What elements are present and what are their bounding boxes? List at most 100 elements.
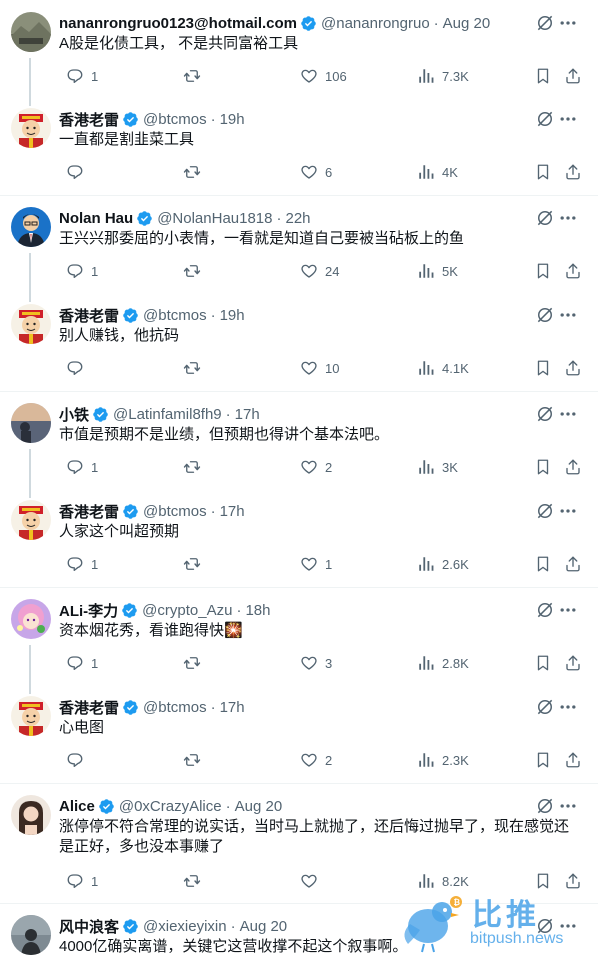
share-button[interactable] <box>557 457 582 477</box>
avatar[interactable] <box>11 915 51 955</box>
like-button[interactable]: 2 <box>293 750 332 770</box>
user-handle[interactable]: @btcmos <box>143 111 207 128</box>
reply-button[interactable]: 1 <box>59 261 98 281</box>
share-button[interactable] <box>557 261 582 281</box>
like-button[interactable] <box>293 871 325 891</box>
share-button[interactable] <box>557 653 582 673</box>
views-button[interactable]: 2.8K <box>410 653 469 673</box>
more-options-icon[interactable] <box>558 796 578 816</box>
grok-icon[interactable] <box>535 208 555 228</box>
like-button[interactable]: 3 <box>293 653 332 673</box>
bookmark-button[interactable] <box>527 457 552 477</box>
display-name[interactable]: nananrongruo0123@hotmail.com <box>59 15 297 32</box>
more-options-icon[interactable] <box>558 13 578 33</box>
bookmark-button[interactable] <box>527 653 552 673</box>
more-options-icon[interactable] <box>558 208 578 228</box>
avatar[interactable] <box>11 795 51 835</box>
retweet-button[interactable] <box>176 871 208 891</box>
views-button[interactable]: 4.1K <box>410 358 469 378</box>
display-name[interactable]: Alice <box>59 798 95 815</box>
grok-icon[interactable] <box>535 109 555 129</box>
share-button[interactable] <box>557 554 582 574</box>
reply-button[interactable] <box>59 750 91 770</box>
user-handle[interactable]: @xiexieyixin <box>143 918 227 935</box>
share-button[interactable] <box>557 358 582 378</box>
user-handle[interactable]: @btcmos <box>143 307 207 324</box>
timestamp[interactable]: 22h <box>286 210 311 227</box>
display-name[interactable]: ALi-李力 <box>59 600 118 621</box>
avatar[interactable] <box>11 12 51 52</box>
share-button[interactable] <box>557 162 582 182</box>
grok-icon[interactable] <box>535 600 555 620</box>
display-name[interactable]: 香港老雷 <box>59 305 119 326</box>
like-button[interactable]: 1 <box>293 554 332 574</box>
reply-button[interactable] <box>59 162 91 182</box>
reply-button[interactable]: 1 <box>59 871 98 891</box>
bookmark-button[interactable] <box>527 554 552 574</box>
more-options-icon[interactable] <box>558 109 578 129</box>
views-button[interactable]: 2.3K <box>410 750 469 770</box>
more-options-icon[interactable] <box>558 600 578 620</box>
user-handle[interactable]: @btcmos <box>143 699 207 716</box>
timestamp[interactable]: 17h <box>220 699 245 716</box>
views-button[interactable]: 2.6K <box>410 554 469 574</box>
retweet-button[interactable] <box>176 162 208 182</box>
reply-button[interactable]: 1 <box>59 554 98 574</box>
avatar[interactable] <box>11 403 51 443</box>
reply-button[interactable] <box>59 358 91 378</box>
more-options-icon[interactable] <box>558 501 578 521</box>
grok-icon[interactable] <box>535 305 555 325</box>
bookmark-button[interactable] <box>527 261 552 281</box>
grok-icon[interactable] <box>535 796 555 816</box>
views-button[interactable]: 8.2K <box>410 871 469 891</box>
display-name[interactable]: Nolan Hau <box>59 210 133 227</box>
like-button[interactable]: 2 <box>293 457 332 477</box>
grok-icon[interactable] <box>535 697 555 717</box>
avatar[interactable] <box>11 696 51 736</box>
retweet-button[interactable] <box>176 750 208 770</box>
bookmark-button[interactable] <box>527 358 552 378</box>
display-name[interactable]: 香港老雷 <box>59 697 119 718</box>
views-button[interactable]: 3K <box>410 457 458 477</box>
views-button[interactable]: 5K <box>410 261 458 281</box>
display-name[interactable]: 香港老雷 <box>59 109 119 130</box>
reply-button[interactable]: 1 <box>59 66 98 86</box>
timestamp[interactable]: 18h <box>245 602 270 619</box>
bookmark-button[interactable] <box>527 66 552 86</box>
share-button[interactable] <box>557 750 582 770</box>
views-button[interactable]: 7.3K <box>410 66 469 86</box>
user-handle[interactable]: @NolanHau1818 <box>157 210 272 227</box>
share-button[interactable] <box>557 66 582 86</box>
timestamp[interactable]: 17h <box>235 406 260 423</box>
bookmark-button[interactable] <box>527 871 552 891</box>
display-name[interactable]: 香港老雷 <box>59 501 119 522</box>
avatar[interactable] <box>11 500 51 540</box>
share-button[interactable] <box>557 871 582 891</box>
like-button[interactable]: 24 <box>293 261 339 281</box>
timestamp[interactable]: Aug 20 <box>235 798 283 815</box>
like-button[interactable]: 6 <box>293 162 332 182</box>
views-button[interactable]: 4K <box>410 162 458 182</box>
user-handle[interactable]: @0xCrazyAlice <box>119 798 222 815</box>
bookmark-button[interactable] <box>527 750 552 770</box>
grok-icon[interactable] <box>535 501 555 521</box>
retweet-button[interactable] <box>176 261 208 281</box>
grok-icon[interactable] <box>535 404 555 424</box>
grok-icon[interactable] <box>535 13 555 33</box>
bookmark-button[interactable] <box>527 162 552 182</box>
user-handle[interactable]: @btcmos <box>143 503 207 520</box>
timestamp[interactable]: 17h <box>220 503 245 520</box>
retweet-button[interactable] <box>176 457 208 477</box>
reply-button[interactable]: 1 <box>59 457 98 477</box>
user-handle[interactable]: @Latinfamil8fh9 <box>113 406 222 423</box>
avatar[interactable] <box>11 108 51 148</box>
retweet-button[interactable] <box>176 554 208 574</box>
like-button[interactable]: 10 <box>293 358 339 378</box>
avatar[interactable] <box>11 599 51 639</box>
avatar[interactable] <box>11 207 51 247</box>
user-handle[interactable]: @nananrongruo <box>321 15 430 32</box>
more-options-icon[interactable] <box>558 404 578 424</box>
retweet-button[interactable] <box>176 653 208 673</box>
display-name[interactable]: 风中浪客 <box>59 916 119 937</box>
timestamp[interactable]: 19h <box>220 111 245 128</box>
